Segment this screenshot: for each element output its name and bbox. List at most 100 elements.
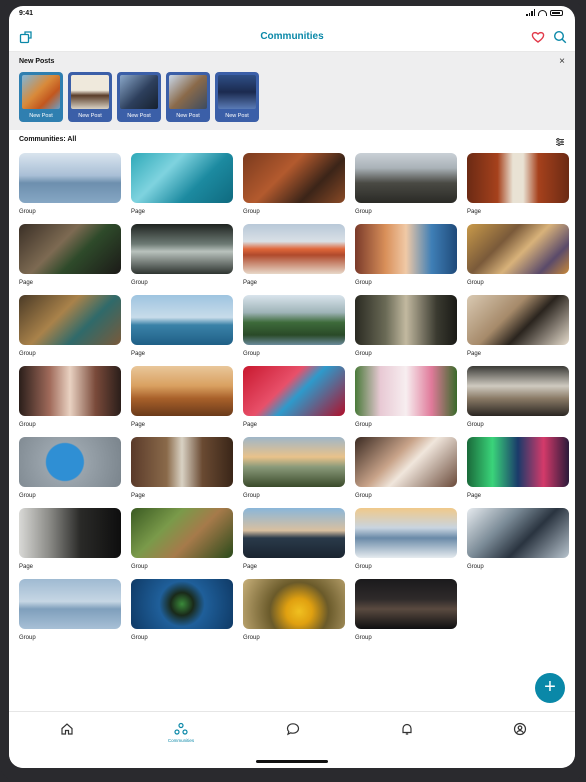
community-tile[interactable]: Page xyxy=(243,366,345,437)
community-type-label: Group xyxy=(355,635,372,641)
community-tile[interactable]: Group xyxy=(355,508,457,579)
community-tile[interactable]: Page xyxy=(131,153,233,224)
tab-chat[interactable] xyxy=(273,722,313,738)
community-tile[interactable]: Group xyxy=(243,295,345,366)
community-tile[interactable]: Group xyxy=(467,366,569,437)
new-post-card[interactable]: New Post xyxy=(117,72,161,122)
tab-communities[interactable]: Communities xyxy=(161,722,201,743)
community-tile[interactable]: Group xyxy=(131,508,233,579)
page-title: Communities xyxy=(260,31,324,42)
community-tile[interactable]: Group xyxy=(131,224,233,295)
community-tile[interactable]: Page xyxy=(19,224,121,295)
community-type-label: Group xyxy=(19,209,36,215)
heart-icon[interactable] xyxy=(531,30,545,44)
add-button[interactable]: + xyxy=(535,673,565,703)
community-cover-image xyxy=(355,579,457,629)
community-cover-image xyxy=(131,437,233,487)
close-icon[interactable]: × xyxy=(559,56,565,67)
tab-home[interactable] xyxy=(47,722,87,738)
community-tile[interactable]: Page xyxy=(467,437,569,508)
new-posts-panel: New Posts × New Post New Post New Post New … xyxy=(9,52,575,130)
community-tile[interactable]: Group xyxy=(355,579,457,650)
new-post-card[interactable]: New Post xyxy=(68,72,112,122)
community-cover-image xyxy=(19,579,121,629)
community-cover-image xyxy=(243,508,345,558)
new-post-card[interactable]: New Post xyxy=(166,72,210,122)
community-type-label: Page xyxy=(467,351,482,357)
community-cover-image xyxy=(131,153,233,203)
top-navigation-bar: Communities xyxy=(9,22,575,52)
community-tile[interactable]: Group xyxy=(131,579,233,650)
community-cover-image xyxy=(467,508,569,558)
community-cover-image xyxy=(131,366,233,416)
new-post-thumbnail xyxy=(71,75,109,109)
community-type-label: Group xyxy=(131,564,148,570)
community-tile[interactable]: Group xyxy=(19,366,121,437)
community-tile[interactable]: Group xyxy=(243,153,345,224)
community-cover-image xyxy=(243,366,345,416)
community-type-label: Page xyxy=(131,422,146,428)
community-tile[interactable]: Group xyxy=(19,579,121,650)
tab-profile[interactable] xyxy=(500,722,540,738)
bell-icon xyxy=(402,723,412,735)
community-cover-image xyxy=(467,295,569,345)
community-cover-image xyxy=(467,366,569,416)
community-type-label: Page xyxy=(243,422,258,428)
community-tile[interactable]: Page xyxy=(467,153,569,224)
communities-filter-label: Communities: All xyxy=(19,136,77,143)
community-tile[interactable]: Page xyxy=(131,437,233,508)
tab-notifications[interactable] xyxy=(387,722,427,738)
chat-bubble-icon xyxy=(286,723,300,736)
community-tile[interactable]: Group xyxy=(355,224,457,295)
community-tile[interactable]: Page xyxy=(467,295,569,366)
community-type-label: Group xyxy=(131,280,148,286)
community-type-label: Group xyxy=(243,635,260,641)
community-tile[interactable]: Page xyxy=(243,508,345,579)
new-posts-list: New Post New Post New Post New Post New Post xyxy=(19,72,259,122)
community-tile[interactable]: Group xyxy=(467,508,569,579)
search-icon[interactable] xyxy=(553,30,567,44)
community-cover-image xyxy=(19,508,121,558)
community-type-label: Page xyxy=(243,564,258,570)
community-cover-image xyxy=(355,295,457,345)
filter-sliders-icon[interactable] xyxy=(555,134,565,146)
community-type-label: Group xyxy=(243,493,260,499)
community-tile[interactable]: Group xyxy=(355,153,457,224)
community-cover-image xyxy=(19,437,121,487)
bottom-tab-bar: Communities xyxy=(9,711,575,768)
new-post-label: New Post xyxy=(29,113,53,119)
community-cover-image xyxy=(355,366,457,416)
community-tile[interactable]: Group xyxy=(467,224,569,295)
community-type-label: Group xyxy=(243,209,260,215)
community-type-label: Page xyxy=(131,493,146,499)
community-tile[interactable]: Page xyxy=(19,508,121,579)
community-type-label: Group xyxy=(19,422,36,428)
community-cover-image xyxy=(355,508,457,558)
community-tile[interactable]: Group xyxy=(19,437,121,508)
community-cover-image xyxy=(467,153,569,203)
tab-communities-label: Communities xyxy=(167,738,195,743)
community-cover-image xyxy=(243,224,345,274)
community-tile[interactable]: Group xyxy=(243,579,345,650)
communities-grid: Group Page Group Group Page Page Group Page Grou… xyxy=(19,153,569,650)
new-post-thumbnail xyxy=(218,75,256,109)
community-tile[interactable]: Group xyxy=(243,437,345,508)
new-post-card[interactable]: New Post xyxy=(19,72,63,122)
app-screen: 9:41 Communities New Posts × New Post Ne… xyxy=(9,6,575,768)
community-type-label: Page xyxy=(131,209,146,215)
community-tile[interactable]: Group xyxy=(19,295,121,366)
community-tile[interactable]: Group xyxy=(355,295,457,366)
new-post-card[interactable]: New Post xyxy=(215,72,259,122)
community-type-label: Group xyxy=(467,564,484,570)
community-tile[interactable]: Group xyxy=(355,437,457,508)
new-post-thumbnail xyxy=(120,75,158,109)
community-tile[interactable]: Group xyxy=(19,153,121,224)
community-tile[interactable]: Page xyxy=(131,366,233,437)
community-type-label: Page xyxy=(467,493,482,499)
community-type-label: Group xyxy=(467,422,484,428)
community-type-label: Page xyxy=(467,209,482,215)
community-tile[interactable]: Group xyxy=(355,366,457,437)
community-tile[interactable]: Page xyxy=(131,295,233,366)
community-tile[interactable]: Page xyxy=(243,224,345,295)
communities-icon xyxy=(174,722,188,735)
